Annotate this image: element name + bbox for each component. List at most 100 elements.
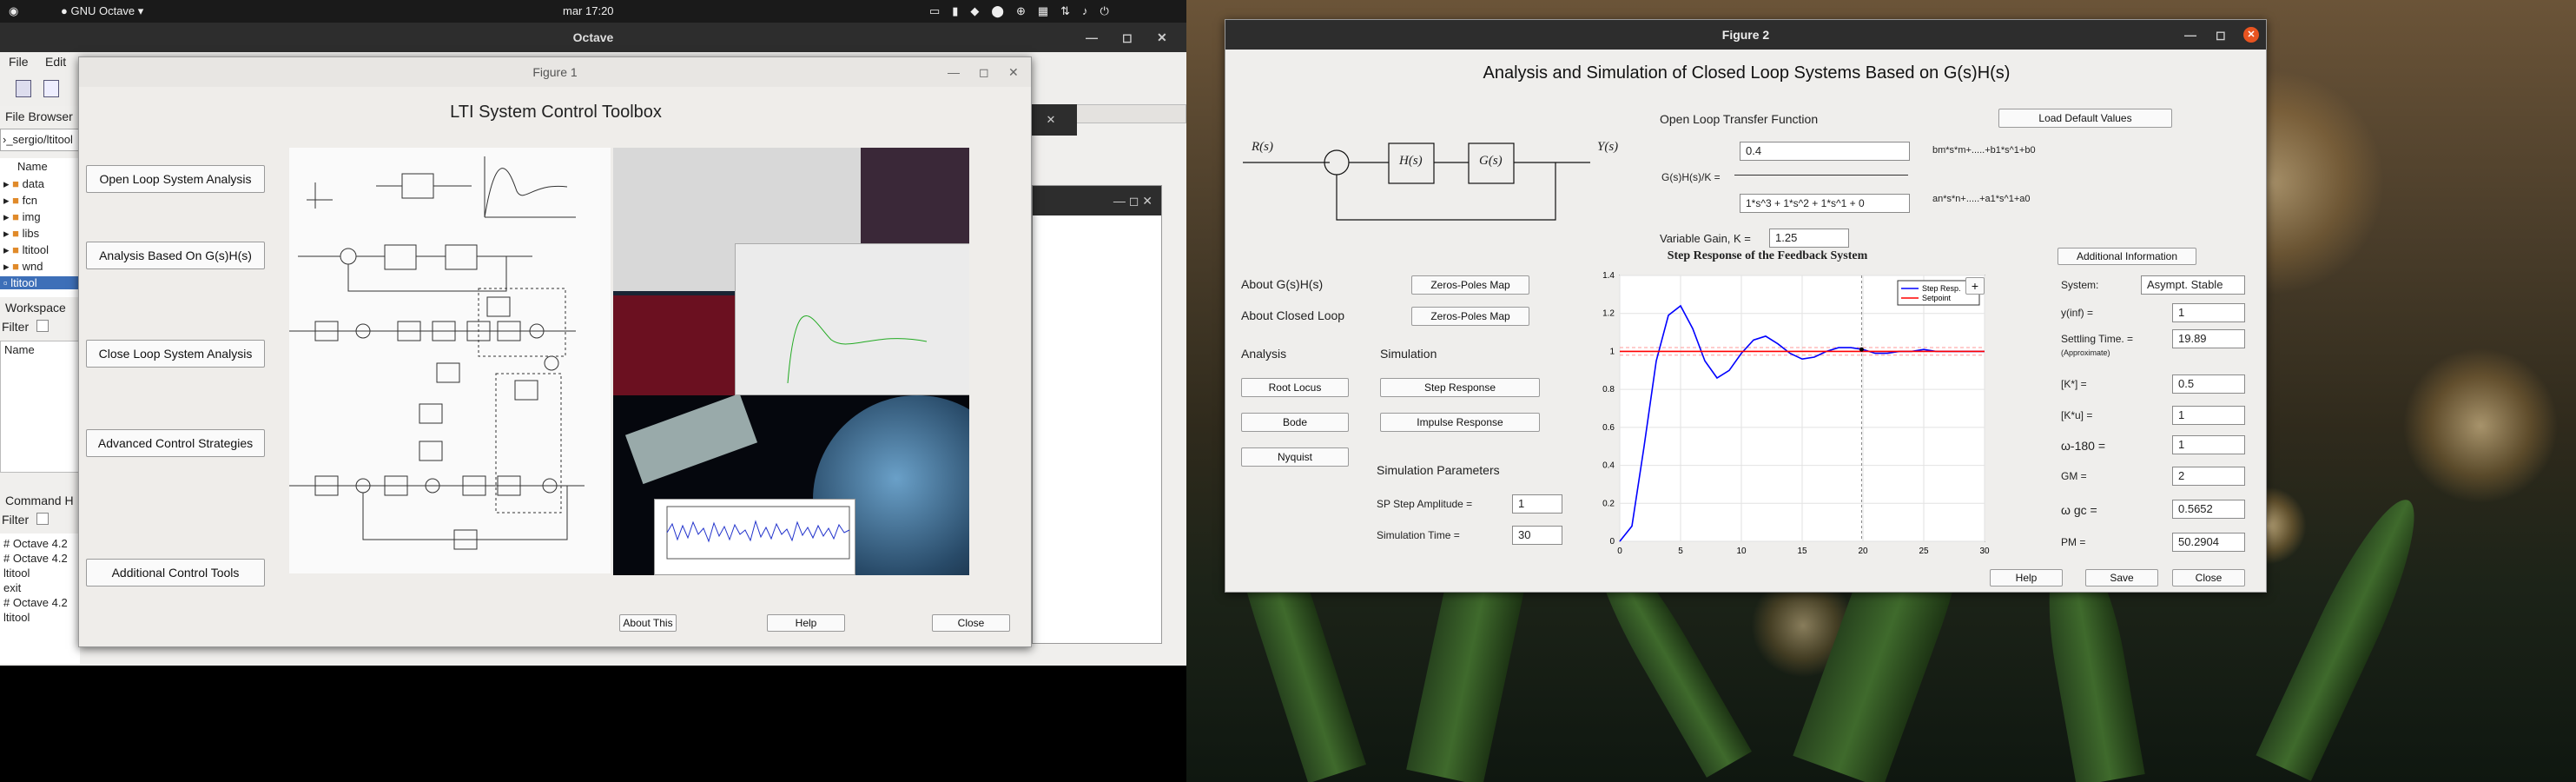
flower-thumb xyxy=(861,148,969,243)
x-tick-label: 10 xyxy=(1736,547,1747,556)
step-response-button[interactable]: Step Response xyxy=(1380,378,1540,397)
gh-label: G(s)H(s)/K = xyxy=(1661,171,1721,183)
figure1-heading: LTI System Control Toolbox xyxy=(450,103,662,122)
step-response-chart[interactable]: 0 5 10 15 20 25 30 0 0.2 0.4 0.6 0.8 1 1.2 1.4 Step Res… xyxy=(1594,267,1993,562)
file-item[interactable]: ▸ ■ img xyxy=(3,210,41,224)
file-item-selected[interactable]: ▫ ltitool xyxy=(0,276,80,289)
background-close-icon[interactable]: ✕ xyxy=(1025,104,1077,136)
open-file-icon[interactable] xyxy=(43,80,59,97)
history-item[interactable]: # Octave 4.2 xyxy=(3,552,68,565)
history-item[interactable]: ltitool xyxy=(3,611,30,624)
minimize-icon[interactable]: — xyxy=(2184,20,2196,50)
history-item[interactable]: # Octave 4.2 xyxy=(3,537,68,550)
denominator-input[interactable]: 1*s^3 + 1*s^2 + 1*s^1 + 0 xyxy=(1740,194,1910,213)
about-this-button[interactable]: About This xyxy=(619,614,677,632)
x-tick-label: 30 xyxy=(1979,547,1990,556)
minimize-icon[interactable]: — xyxy=(1086,23,1098,52)
x-tick-label: 25 xyxy=(1919,547,1929,556)
noise-signal-plot xyxy=(654,499,855,575)
save-button[interactable]: Save xyxy=(2085,569,2158,586)
info-label: Settling Time. = xyxy=(2061,333,2134,345)
menu-file[interactable]: File xyxy=(9,55,29,69)
info-value: 1 xyxy=(2172,303,2245,322)
y-tick-label: 0.6 xyxy=(1602,423,1615,433)
workspace-table: Name xyxy=(0,341,80,473)
tray-icons[interactable]: ▭▮◆⬤⊕▦⇅♪⏻ xyxy=(929,4,1121,18)
ubuntu-logo-icon[interactable]: ◉ xyxy=(9,4,18,18)
advanced-strategies-button[interactable]: Advanced Control Strategies xyxy=(86,429,265,457)
zeros-poles-map-gh-button[interactable]: Zeros-Poles Map xyxy=(1411,275,1529,295)
info-label: System: xyxy=(2061,279,2099,291)
file-item[interactable]: ▸ ■ libs xyxy=(3,227,39,241)
close-icon[interactable]: ✕ xyxy=(2243,27,2259,43)
new-file-icon[interactable] xyxy=(16,80,31,97)
zeros-poles-map-cl-button[interactable]: Zeros-Poles Map xyxy=(1411,307,1529,326)
legend-toggle-button[interactable]: + xyxy=(1965,277,1985,295)
clock[interactable]: mar 17:20 xyxy=(563,4,614,17)
figure1-title: Figure 1 xyxy=(532,65,578,79)
gain-label: Variable Gain, K = xyxy=(1660,232,1751,245)
info-value: 19.89 xyxy=(2172,329,2245,348)
background-window-controls[interactable]: — ◻ ✕ xyxy=(1033,186,1161,215)
oltf-label: Open Loop Transfer Function xyxy=(1660,112,1819,126)
open-loop-analysis-button[interactable]: Open Loop System Analysis xyxy=(86,165,265,193)
landscape-thumb xyxy=(613,295,735,395)
app-menu[interactable]: ● GNU Octave ▾ xyxy=(61,4,143,18)
info-value: 1 xyxy=(2172,406,2245,425)
maximize-icon[interactable]: ◻ xyxy=(2216,20,2226,50)
sp-amplitude-input[interactable]: 1 xyxy=(1512,494,1562,514)
menu-edit[interactable]: Edit xyxy=(45,55,66,69)
minimize-icon[interactable]: — xyxy=(948,57,960,87)
file-browser-label: File Browser xyxy=(5,109,73,123)
numerator-input[interactable]: 0.4 xyxy=(1740,142,1910,161)
close-icon[interactable]: ✕ xyxy=(1157,23,1167,52)
history-item[interactable]: ltitool xyxy=(3,567,30,580)
help-button[interactable]: Help xyxy=(767,614,845,632)
maximize-icon[interactable]: ◻ xyxy=(979,57,989,87)
info-label: PM = xyxy=(2061,536,2086,548)
root-locus-button[interactable]: Root Locus xyxy=(1241,378,1349,397)
close-button[interactable]: Close xyxy=(932,614,1010,632)
block-diagrams-illustration xyxy=(289,156,585,550)
help-button[interactable]: Help xyxy=(1990,569,2063,586)
close-loop-analysis-button[interactable]: Close Loop System Analysis xyxy=(86,340,265,368)
file-item[interactable]: ▸ ■ wnd xyxy=(3,260,43,274)
workspace-label: Workspace xyxy=(5,301,66,315)
history-item[interactable]: exit xyxy=(3,581,21,594)
filter-label: Filter xyxy=(2,320,30,334)
nyquist-button[interactable]: Nyquist xyxy=(1241,447,1349,467)
maximize-icon[interactable]: ◻ xyxy=(1122,23,1133,52)
screenshots-collage-image xyxy=(613,148,969,395)
impulse-response-button[interactable]: Impulse Response xyxy=(1380,413,1540,432)
file-list: Name ▸ ■ data ▸ ■ fcn ▸ ■ img ▸ ■ libs ▸… xyxy=(0,158,80,297)
additional-tools-button[interactable]: Additional Control Tools xyxy=(86,559,265,586)
file-item[interactable]: ▸ ■ data xyxy=(3,177,44,191)
screenshot-thumb xyxy=(735,243,969,395)
simulation-time-input[interactable]: 30 xyxy=(1512,526,1562,545)
x-tick-label: 5 xyxy=(1678,547,1683,556)
y-tick-label: 1.4 xyxy=(1602,271,1615,281)
filter-checkbox[interactable] xyxy=(36,320,49,332)
path-field[interactable]: ›_sergio/ltitool xyxy=(0,129,80,151)
close-button[interactable]: Close xyxy=(2172,569,2245,586)
additional-information-button[interactable]: Additional Information xyxy=(2057,248,2196,265)
info-label: ω gc = xyxy=(2061,503,2097,517)
history-item[interactable]: # Octave 4.2 xyxy=(3,596,68,609)
gh-analysis-button[interactable]: Analysis Based On G(s)H(s) xyxy=(86,242,265,269)
file-item[interactable]: ▸ ■ ltitool xyxy=(3,243,49,257)
filter-checkbox[interactable] xyxy=(36,513,49,525)
history-list: # Octave 4.2 # Octave 4.2 ltitool exit #… xyxy=(0,533,80,664)
g-block-label: G(s) xyxy=(1479,154,1503,168)
info-value: 1 xyxy=(2172,435,2245,454)
info-label: GM = xyxy=(2061,470,2087,482)
file-item[interactable]: ▸ ■ fcn xyxy=(3,194,37,208)
close-icon[interactable]: ✕ xyxy=(1008,57,1019,87)
gain-input[interactable]: 1.25 xyxy=(1769,229,1849,248)
command-history-label: Command H xyxy=(5,494,74,507)
info-label: ω-180 = xyxy=(2061,439,2106,453)
output-label: Y(s) xyxy=(1597,140,1619,154)
bode-button[interactable]: Bode xyxy=(1241,413,1349,432)
load-default-values-button[interactable]: Load Default Values xyxy=(1998,109,2172,128)
info-value: 2 xyxy=(2172,467,2245,486)
simulation-time-label: Simulation Time = xyxy=(1377,529,1460,541)
